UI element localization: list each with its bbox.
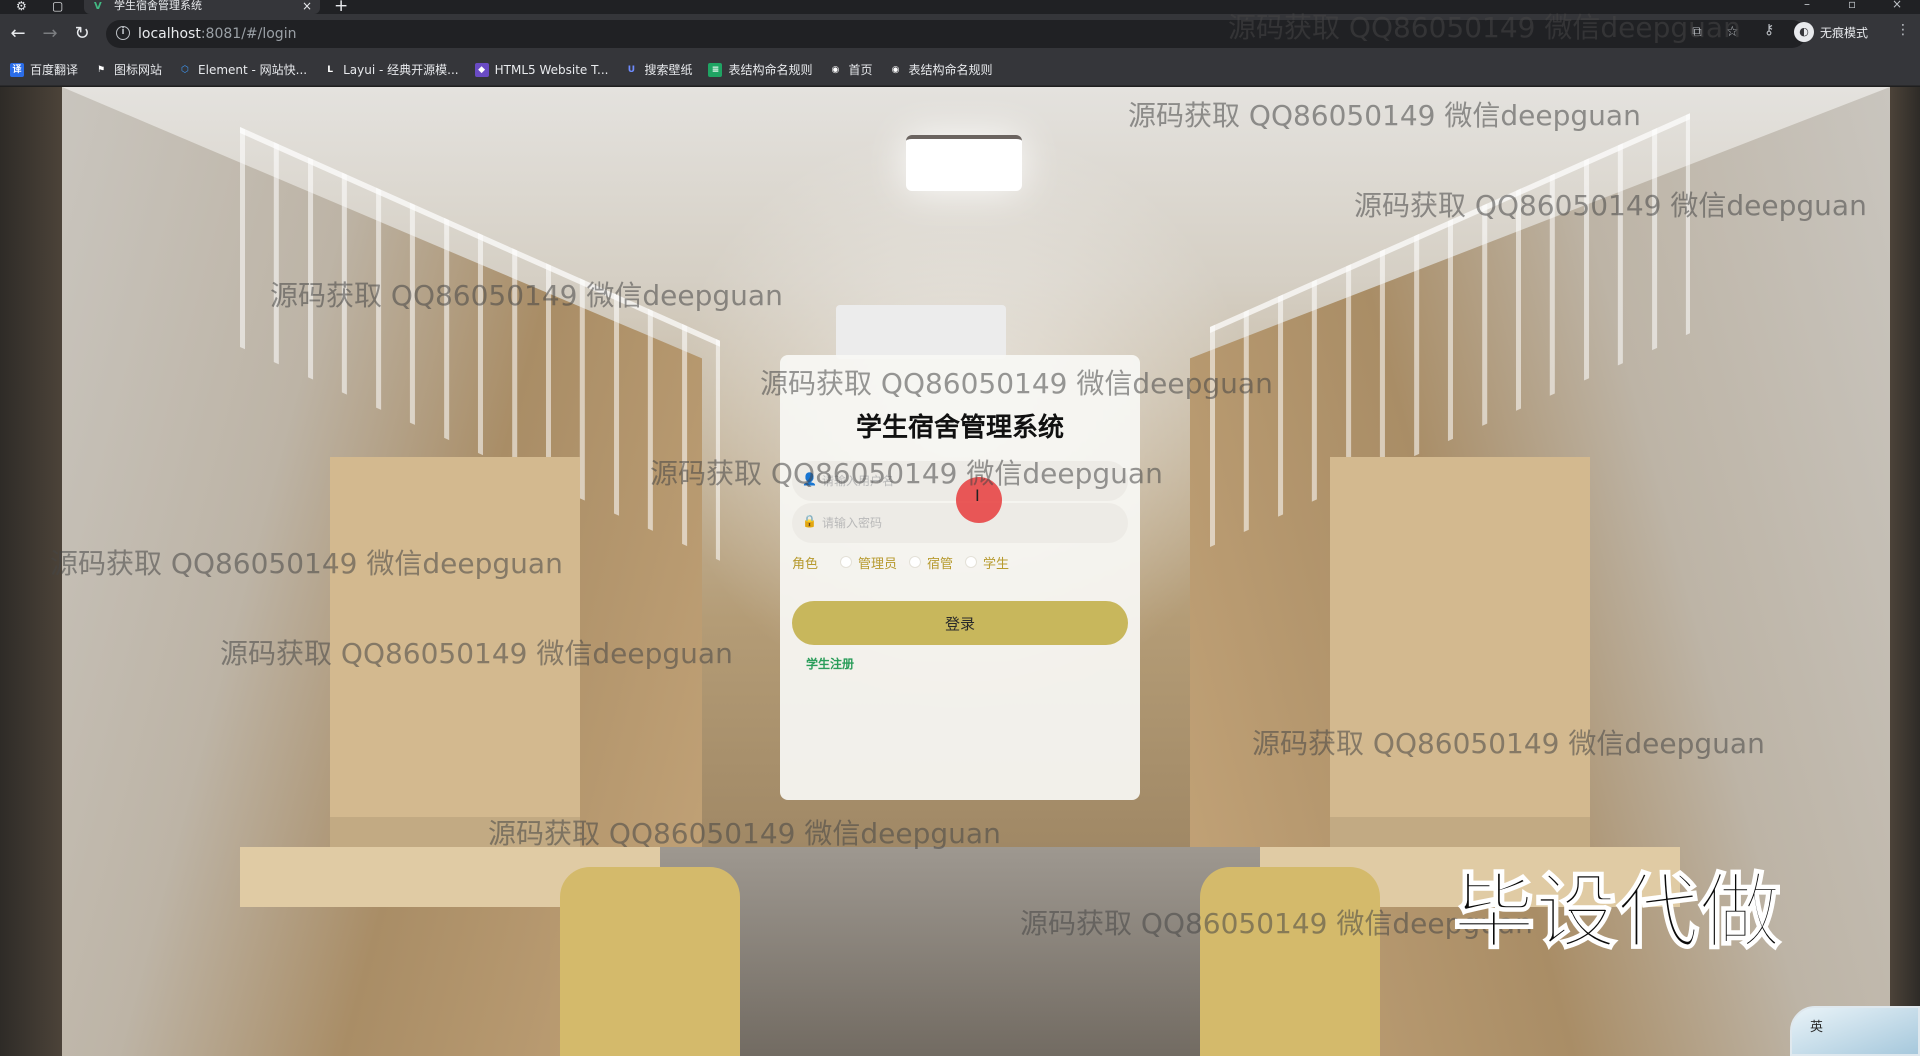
bookmark-label: HTML5 Website T... [494,62,609,77]
back-arrow-icon[interactable]: ← [6,22,30,46]
url-host: localhost [138,26,201,42]
tab-active[interactable]: V 学生宿舍管理系统 × [84,0,320,14]
watermark: 源码获取 QQ86050149 微信deepguan [760,367,1273,400]
background-air-conditioner [836,305,1006,359]
url-path: :8081/#/login [200,26,297,42]
ime-indicator[interactable]: 英 [1790,1006,1920,1056]
role-label: 角色 [792,556,819,572]
watermark: 源码获取 QQ86050149 微信deepguan [1354,189,1867,222]
watermark: 源码获取 QQ86050149 微信deepguan [1228,11,1741,44]
role-option-admin[interactable]: 管理员 [840,553,897,572]
watermark: 源码获取 QQ86050149 微信deepguan [220,637,733,670]
bookmark-item[interactable]: U 搜索壁纸 [624,61,693,78]
bookmark-label: 表结构命名规则 [728,63,813,77]
close-window-icon[interactable]: × [1892,0,1902,11]
password-key-icon[interactable]: ⚷ [1764,22,1774,38]
background-wall-edge [1890,87,1920,1056]
bookmark-label: Layui - 经典开源模... [343,63,459,77]
watermark: 源码获取 QQ86050149 微信deepguan [488,817,1001,850]
role-option-label: 管理员 [858,556,898,572]
layui-icon: L [327,64,333,75]
bookmark-label: 搜索壁纸 [644,63,693,77]
sheet-icon: ≡ [708,62,723,77]
tab-title: 学生宿舍管理系统 [114,0,202,12]
minimize-icon[interactable]: – [1804,0,1810,11]
lock-icon: 🔒 [802,514,817,528]
background-chair [560,867,740,1056]
login-button[interactable]: 登录 [792,601,1128,645]
promo-banner: 毕设代做 [1452,864,1782,961]
element-icon: ⬡ [181,64,189,75]
bookmarks-bar: 译百度翻译 ⚑ 图标网站 ⬡ Element - 网站快... L Layui - 经… [0,54,1920,86]
site-info-icon[interactable]: i [116,26,130,40]
incognito-indicator[interactable]: ◐ 无痕模式 [1794,21,1868,43]
watermark: 源码获取 QQ86050149 微信deepguan [650,457,1163,490]
bookmark-item[interactable]: ⚑ 图标网站 [94,61,162,78]
reload-icon[interactable]: ↻ [70,22,94,46]
incognito-label: 无痕模式 [1820,25,1869,40]
watermark: 源码获取 QQ86050149 微信deepguan [1128,99,1641,132]
bookmark-item[interactable]: ◉ 表结构命名规则 [889,61,993,78]
role-option-student[interactable]: 学生 [965,553,1009,572]
tab-search-icon[interactable]: ▢ [52,0,63,12]
url-text[interactable]: localhost:8081/#/login [138,25,296,43]
role-option-dorm-manager[interactable]: 宿管 [909,553,953,572]
background-shelf [1330,457,1590,877]
globe-icon: ◉ [831,64,840,75]
bookmark-label: 图标网站 [114,63,163,77]
bookmark-item[interactable]: ⬡ Element - 网站快... [178,61,307,78]
bookmark-label: Element - 网站快... [198,63,308,77]
incognito-icon: ◐ [1794,22,1814,42]
vue-icon: V [94,1,102,12]
ime-label: 英 [1810,1020,1824,1035]
login-title: 学生宿舍管理系统 [855,413,1064,443]
role-option-label: 宿管 [927,556,954,572]
bookmark-item[interactable]: L Layui - 经典开源模... [323,61,458,78]
login-card: 学生宿舍管理系统 👤 🔒 角色 管理员 宿管 学生 登录 学生 [780,355,1140,800]
radio-admin[interactable] [840,556,853,568]
browser-menu-icon[interactable]: ⚙ [16,0,27,12]
role-option-label: 学生 [983,556,1010,572]
role-selector: 角色 管理员 宿管 学生 [792,551,1021,573]
wallpaper-icon: U [627,64,636,75]
watermark: 源码获取 QQ86050149 微信deepguan [270,279,783,312]
student-register-link[interactable]: 学生注册 [806,655,854,672]
globe-icon: ◉ [891,64,900,75]
bookmark-label: 首页 [848,63,873,77]
watermark: 源码获取 QQ86050149 微信deepguan [50,547,563,580]
radio-student[interactable] [965,556,978,568]
bookmark-item[interactable]: ≡ 表结构命名规则 [708,61,812,78]
bookmark-label: 百度翻译 [30,63,79,77]
tab-close-icon[interactable]: × [302,0,312,12]
translate-icon: 译 [10,62,24,77]
bookmark-item[interactable]: ◉ 首页 [828,61,873,78]
flag-icon: ⚑ [96,64,106,75]
background-lamp [906,135,1022,191]
forward-arrow-icon[interactable]: → [38,22,62,46]
html5-icon: ◆ [474,62,489,77]
bookmark-item[interactable]: 译百度翻译 [10,61,78,78]
watermark: 源码获取 QQ86050149 微信deepguan [1252,727,1765,760]
background-chair [1200,867,1380,1056]
radio-dorm-manager[interactable] [909,556,922,568]
new-tab-button[interactable]: + [334,0,348,15]
bookmark-item[interactable]: ◆ HTML5 Website T... [474,62,609,77]
maximize-icon[interactable]: ▫ [1848,0,1856,11]
more-menu-icon[interactable]: ⋮ [1896,22,1910,38]
bookmark-label: 表结构命名规则 [908,63,993,77]
